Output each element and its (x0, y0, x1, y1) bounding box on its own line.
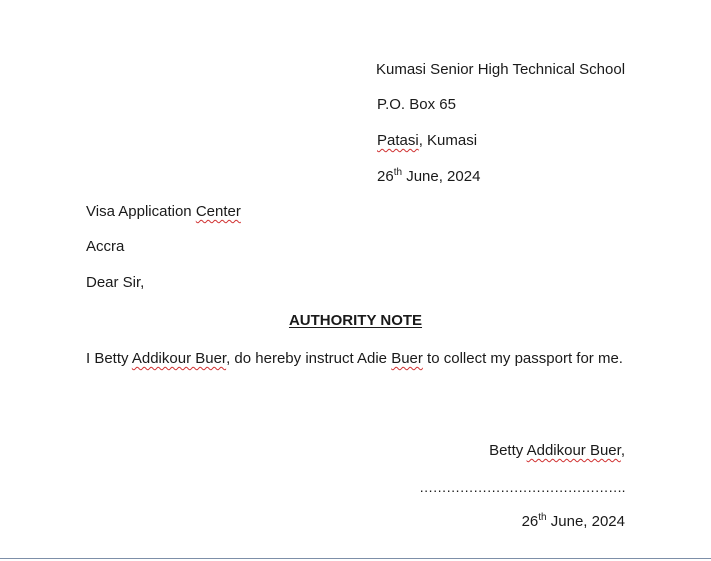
body-text-3: , do hereby instruct Adie (226, 350, 392, 367)
recipient-line-2: Accra (86, 238, 124, 256)
body-text-1: I Betty (86, 350, 132, 367)
signature-name-b: Addikour Buer (526, 442, 621, 459)
signature-date-rest: June, 2024 (546, 513, 625, 530)
recipient-line-1-a: Visa Application (86, 203, 196, 220)
recipient-line-1-b: Center (195, 203, 241, 220)
sender-date-day: 26 (377, 168, 394, 185)
salutation-text: Dear Sir, (86, 274, 145, 291)
recipient-line-2-text: Accra (86, 238, 125, 255)
sender-town-name: Patasi (377, 132, 419, 149)
signature-name: Betty Addikour Buer, (489, 442, 625, 460)
sender-town-city: , Kumasi (418, 132, 478, 149)
sender-school: Kumasi Senior High Technical School (376, 61, 625, 79)
document-page: Kumasi Senior High Technical School P.O.… (0, 0, 711, 561)
sender-po-box-text: P.O. Box 65 (377, 96, 456, 113)
signature-date: 26th June, 2024 (522, 513, 625, 531)
salutation: Dear Sir, (86, 274, 144, 292)
body-text-5: to collect my passport for me. (422, 350, 623, 367)
signature-name-c: , (620, 442, 625, 459)
sender-date-suffix: th (393, 167, 403, 178)
signature-line: ………………………………………. (419, 478, 625, 496)
body-text-2: Addikour Buer (131, 350, 227, 367)
signature-date-suffix: th (538, 512, 547, 523)
sender-school-text: Kumasi Senior High Technical School (376, 61, 626, 78)
sender-date: 26th June, 2024 (377, 168, 480, 186)
document-title-text: AUTHORITY NOTE (288, 312, 423, 329)
sender-po-box: P.O. Box 65 (377, 96, 456, 114)
signature-date-day: 26 (521, 513, 539, 530)
page-bottom-rule (0, 558, 711, 559)
signature-name-a: Betty (489, 442, 527, 459)
body-paragraph: I Betty Addikour Buer, do hereby instruc… (86, 347, 626, 371)
signature-dots: ………………………………………. (419, 479, 625, 495)
sender-town: Patasi, Kumasi (377, 132, 477, 150)
body-text-4: Buer (391, 350, 423, 367)
document-title: AUTHORITY NOTE (0, 312, 711, 330)
sender-date-rest: June, 2024 (402, 168, 481, 185)
recipient-line-1: Visa Application Center (86, 203, 241, 221)
